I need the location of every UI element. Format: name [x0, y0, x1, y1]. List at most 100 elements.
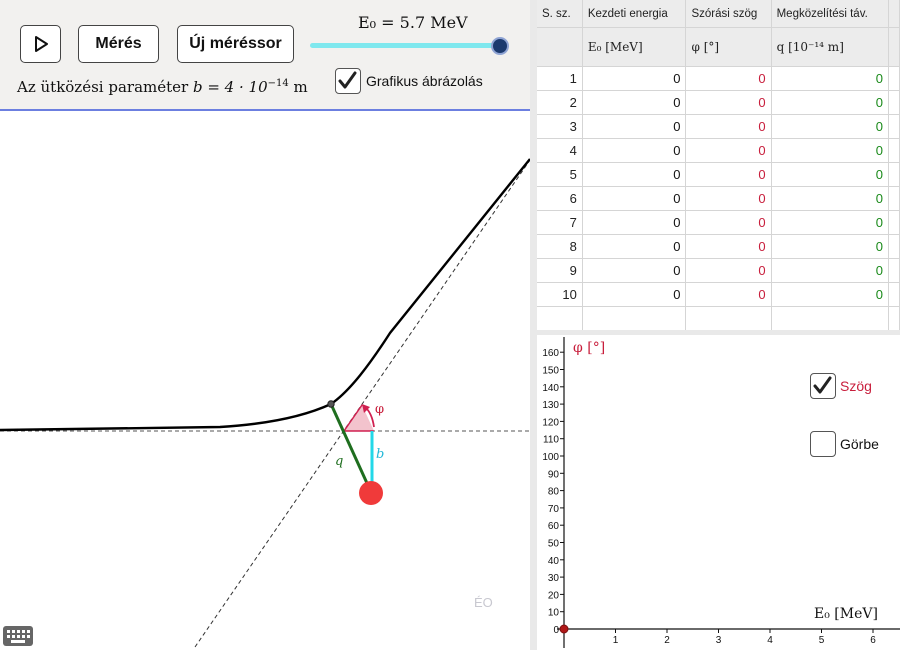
row-number[interactable]: 2 — [537, 90, 583, 115]
angle-cell[interactable]: 0 — [685, 66, 772, 91]
energy-cell[interactable]: 0 — [582, 186, 687, 211]
y-tick-label: 120 — [542, 417, 559, 428]
play-button[interactable] — [20, 25, 61, 63]
new-series-button[interactable]: Új méréssor — [177, 25, 294, 63]
energy-cell[interactable]: 0 — [582, 90, 687, 115]
energy-slider[interactable] — [310, 43, 500, 48]
y-tick-label: 0 — [553, 625, 559, 636]
unit-header-angle[interactable]: φ [°] — [685, 27, 772, 67]
control-bar: Mérés Új méréssor E₀ = 5.7 MeV Grafikus … — [0, 0, 530, 111]
y-tick-label: 150 — [542, 366, 559, 377]
row-number[interactable]: 4 — [537, 138, 583, 163]
y-tick-label: 140 — [542, 383, 559, 394]
simulation-panel: Mérés Új méréssor E₀ = 5.7 MeV Grafikus … — [0, 0, 530, 650]
distance-cell[interactable]: 0 — [771, 186, 889, 211]
row-number[interactable]: 9 — [537, 258, 583, 283]
y-tick-label: 70 — [548, 504, 560, 515]
y-tick-label: 90 — [548, 469, 560, 480]
outgoing-asymptote — [194, 159, 530, 648]
energy-cell[interactable]: 0 — [582, 210, 687, 235]
y-tick-label: 100 — [542, 452, 559, 463]
distance-cell[interactable]: 0 — [771, 282, 889, 307]
energy-cell[interactable]: 0 — [582, 234, 687, 259]
col-header-distance[interactable]: Megközelítési táv. — [771, 0, 889, 28]
distance-cell[interactable]: 0 — [771, 138, 889, 163]
scattering-scene: φ q b — [0, 158, 530, 648]
x-tick-label: 3 — [716, 635, 722, 646]
szog-checkbox[interactable] — [810, 373, 836, 399]
y-tick-label: 50 — [548, 539, 560, 550]
col-header-angle[interactable]: Szórási szög — [685, 0, 772, 28]
row-number[interactable]: 8 — [537, 234, 583, 259]
unit-header-number[interactable] — [537, 27, 583, 67]
distance-cell[interactable]: 0 — [771, 210, 889, 235]
row-number[interactable]: 5 — [537, 162, 583, 187]
y-axis-label: φ [°] — [573, 340, 605, 356]
distance-cell[interactable]: 0 — [771, 234, 889, 259]
angle-cell[interactable]: 0 — [685, 282, 772, 307]
energy-cell[interactable]: 0 — [582, 138, 687, 163]
closest-approach-point[interactable] — [327, 400, 335, 408]
angle-cell[interactable]: 0 — [685, 234, 772, 259]
row-number[interactable]: 1 — [537, 66, 583, 91]
distance-cell[interactable]: 0 — [771, 114, 889, 139]
table-row: 8000 — [537, 234, 900, 259]
angle-cell[interactable]: 0 — [685, 114, 772, 139]
table-row: 3000 — [537, 114, 900, 139]
distance-cell[interactable]: 0 — [771, 258, 889, 283]
x-tick-label: 2 — [664, 635, 670, 646]
distance-cell[interactable]: 0 — [771, 90, 889, 115]
energy-cell[interactable]: 0 — [582, 66, 687, 91]
angle-cell[interactable]: 0 — [685, 186, 772, 211]
gorbe-checkbox[interactable] — [810, 431, 836, 457]
unit-header-energy[interactable]: E₀ [MeV] — [582, 27, 687, 67]
watermark: ÉO — [474, 595, 493, 610]
row-number[interactable]: 6 — [537, 186, 583, 211]
energy-cell[interactable]: 0 — [582, 282, 687, 307]
play-icon — [34, 36, 48, 52]
graph-checkbox[interactable] — [335, 68, 361, 94]
angle-cell[interactable]: 0 — [685, 162, 772, 187]
table-row: 10 0 0 0 — [537, 282, 900, 307]
distance-cell[interactable]: 0 — [771, 66, 889, 91]
angle-cell[interactable]: 0 — [685, 210, 772, 235]
keyboard-icon[interactable] — [3, 626, 33, 646]
szog-checkbox-label: Szög — [840, 378, 872, 394]
y-tick-label: 60 — [548, 521, 560, 532]
y-tick-label: 10 — [548, 608, 560, 619]
data-point[interactable] — [559, 624, 569, 634]
q-label: q — [335, 454, 343, 469]
checkmark-icon — [338, 71, 357, 89]
table-row: 7000 — [537, 210, 900, 235]
y-axis-ticks: 0 10 20 30 40 50 60 70 80 90 100 110 120 130 140 150 160 — [542, 348, 564, 636]
unit-header-distance[interactable]: q [10⁻¹⁴ m] — [771, 27, 889, 67]
energy-readout: E₀ = 5.7 MeV — [358, 13, 468, 32]
col-header-energy[interactable]: Kezdeti energia — [582, 0, 687, 28]
energy-cell[interactable]: 0 — [582, 162, 687, 187]
alpha-trajectory — [0, 158, 530, 432]
col-header-number[interactable]: S. sz. — [537, 0, 583, 28]
nucleus — [359, 481, 383, 505]
x-tick-label: 4 — [767, 635, 773, 646]
table-row: 5000 — [537, 162, 900, 187]
row-number[interactable]: 3 — [537, 114, 583, 139]
energy-slider-handle[interactable] — [491, 37, 509, 55]
panel-splitter[interactable] — [530, 0, 537, 650]
angle-cell[interactable]: 0 — [685, 90, 772, 115]
y-tick-label: 160 — [542, 348, 559, 359]
distance-cell[interactable]: 0 — [771, 162, 889, 187]
y-tick-label: 80 — [548, 487, 560, 498]
table-unit-row: E₀ [MeV] φ [°] q [10⁻¹⁴ m] — [537, 27, 900, 67]
table-row: 2000 — [537, 90, 900, 115]
phi-label: φ — [375, 402, 384, 417]
energy-cell[interactable]: 0 — [582, 258, 687, 283]
impact-parameter-text: Az ütközési paraméter b = 4 · 10−14 m — [17, 78, 308, 96]
y-tick-label: 110 — [543, 435, 559, 446]
measure-button[interactable]: Mérés — [78, 25, 159, 63]
row-number[interactable]: 7 — [537, 210, 583, 235]
angle-cell[interactable]: 0 — [685, 138, 772, 163]
angle-cell[interactable]: 0 — [685, 258, 772, 283]
row-number[interactable]: 10 — [537, 282, 583, 307]
energy-cell[interactable]: 0 — [582, 114, 687, 139]
graph-checkbox-label: Grafikus ábrázolás — [366, 73, 483, 89]
